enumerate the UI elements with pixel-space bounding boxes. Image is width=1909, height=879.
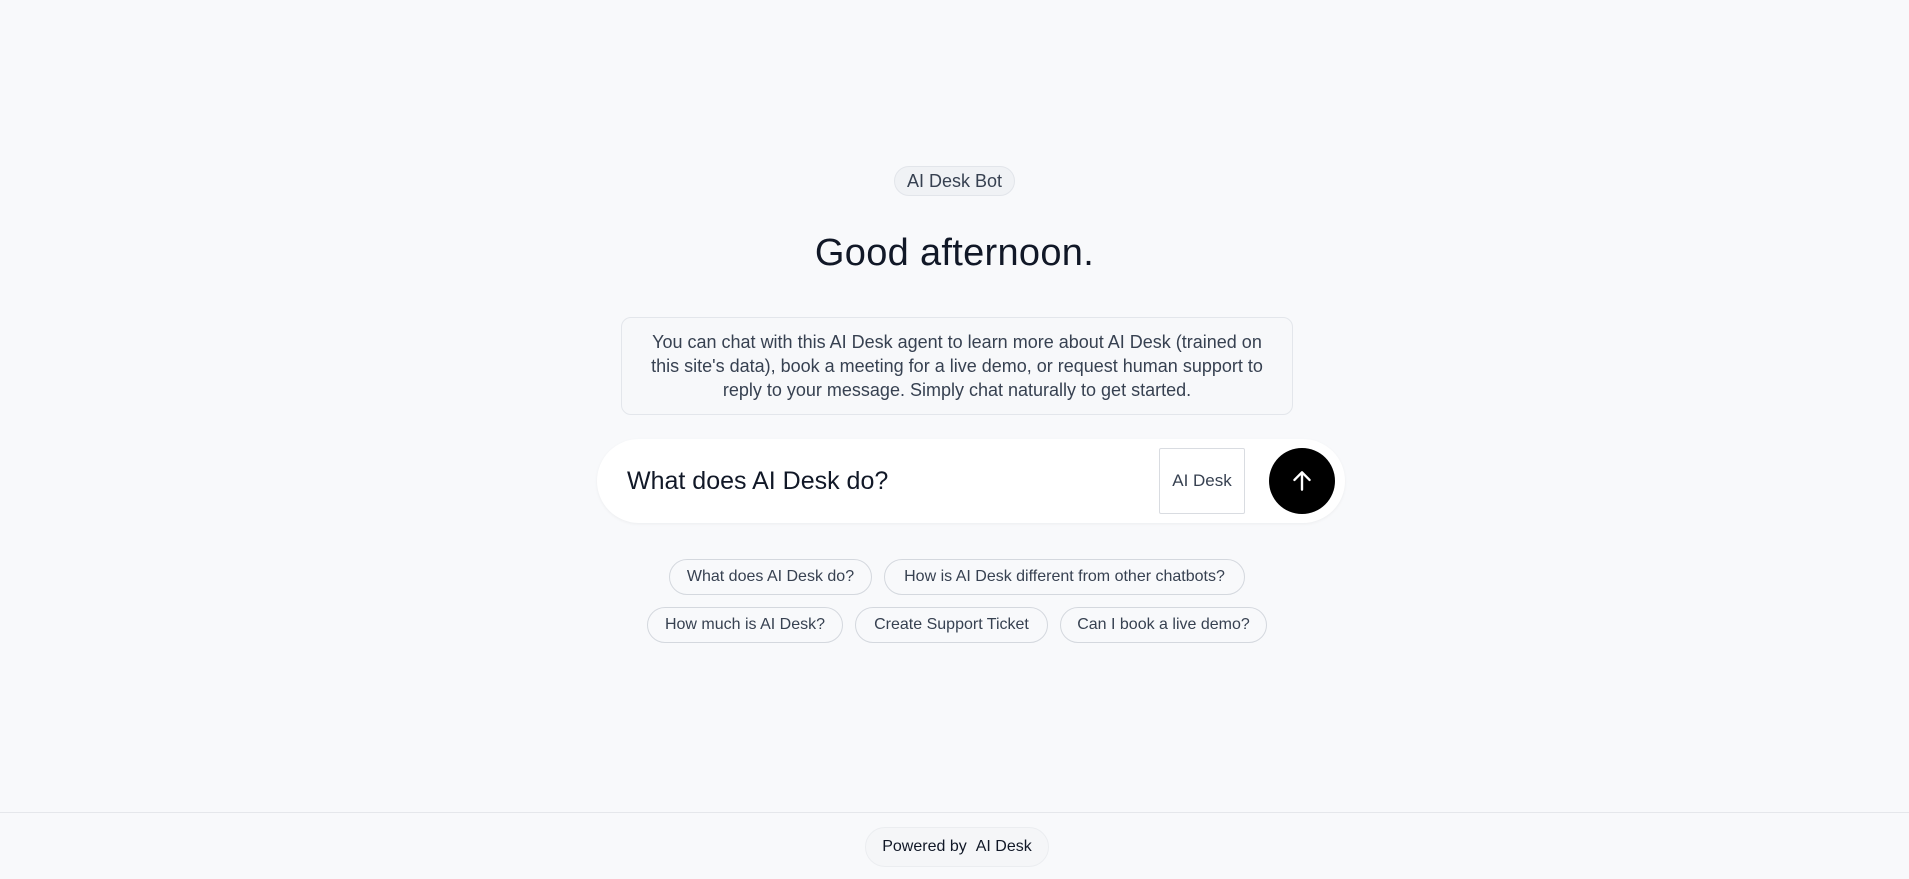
suggestion-chip[interactable]: Create Support Ticket <box>855 607 1048 643</box>
send-button[interactable] <box>1269 448 1335 514</box>
model-selector[interactable]: AI Desk <box>1159 448 1245 514</box>
powered-by-label: Powered by <box>882 838 967 855</box>
suggestion-chip[interactable]: How is AI Desk different from other chat… <box>884 559 1245 595</box>
chat-message-input[interactable] <box>627 459 1127 503</box>
footer: Powered by AI Desk <box>0 812 1909 879</box>
bot-name-badge: AI Desk Bot <box>894 166 1016 196</box>
powered-by-badge[interactable]: Powered by AI Desk <box>865 827 1049 867</box>
suggestion-chip[interactable]: What does AI Desk do? <box>669 559 872 595</box>
intro-message: You can chat with this AI Desk agent to … <box>621 317 1293 415</box>
chat-composer: AI Desk <box>597 439 1345 523</box>
brand-name: AI Desk <box>975 838 1032 855</box>
chat-landing: AI Desk Bot Good afternoon. You can chat… <box>0 0 1909 812</box>
suggestion-chip[interactable]: Can I book a live demo? <box>1060 607 1267 643</box>
greeting-heading: Good afternoon. <box>814 232 1095 274</box>
arrow-up-icon <box>1293 471 1311 491</box>
suggestion-chip[interactable]: How much is AI Desk? <box>647 607 843 643</box>
